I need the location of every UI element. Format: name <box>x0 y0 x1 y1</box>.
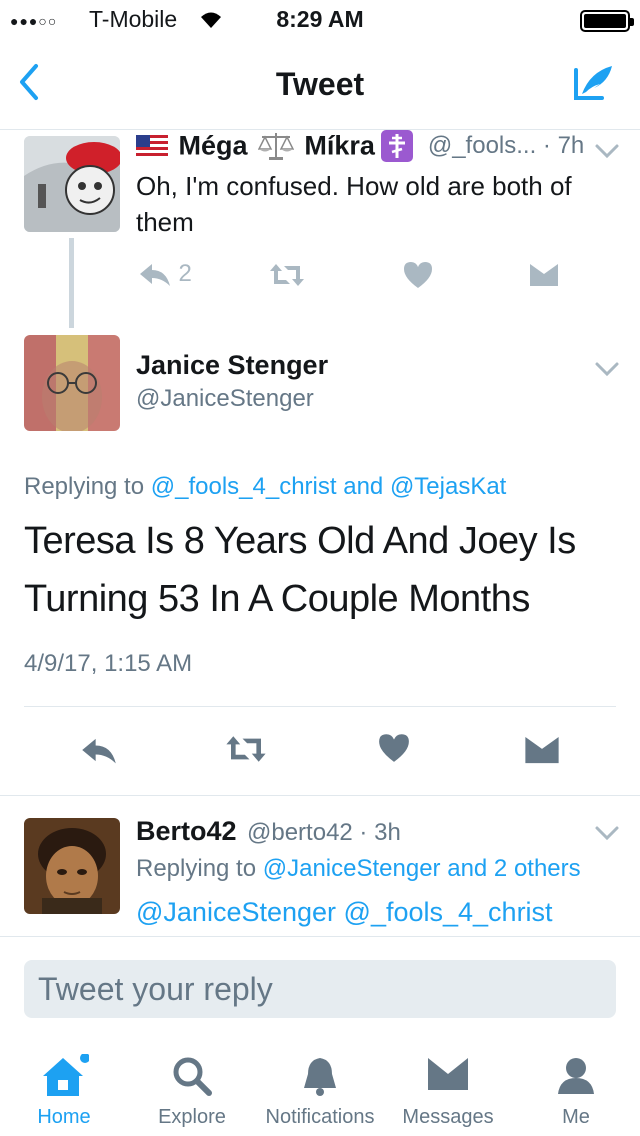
reply-replying-to: Replying to @JaniceStenger and 2 others <box>136 855 581 883</box>
nav-header: Tweet <box>0 40 640 130</box>
direct-message-icon[interactable] <box>528 262 560 288</box>
tab-label: Notifications <box>265 1106 375 1128</box>
tab-notifications[interactable]: Notifications <box>256 1038 384 1136</box>
parent-tweet-text: Oh, I'm confused. How old are both of th… <box>136 171 572 237</box>
replying-prefix: Replying to <box>136 855 263 882</box>
main-tweet-timestamp: 4/9/17, 1:15 AM <box>24 650 193 677</box>
search-icon <box>173 1057 212 1096</box>
reply-icon <box>140 264 170 286</box>
avatar[interactable] <box>24 136 120 232</box>
person-icon <box>558 1058 594 1094</box>
tab-me[interactable]: Me <box>512 1038 640 1136</box>
divider <box>0 795 640 796</box>
us-flag-icon <box>136 135 168 157</box>
status-bar: ●●●○○ T-Mobile 8:29 AM <box>0 0 640 40</box>
chevron-down-icon[interactable] <box>594 360 620 378</box>
envelope-icon <box>428 1058 468 1090</box>
tab-messages[interactable]: Messages <box>384 1038 512 1136</box>
reply-action[interactable]: 2 <box>138 260 192 292</box>
parent-tweet-handle[interactable]: @_fools... · 7h <box>428 132 584 159</box>
main-tweet-text: Teresa Is 8 Years Old And Joey Is Turnin… <box>24 520 576 620</box>
avatar[interactable] <box>24 818 120 914</box>
replying-prefix: Replying to <box>24 473 151 500</box>
replying-to: Replying to @_fools_4_christ and @TejasK… <box>24 473 506 501</box>
bell-icon <box>304 1058 336 1096</box>
battery-icon <box>580 10 634 32</box>
page-title: Tweet <box>275 66 365 102</box>
orthodox-cross-icon <box>381 130 414 162</box>
divider <box>24 706 616 707</box>
mention-link[interactable]: @_fools_4_christ <box>344 897 553 927</box>
status-time: 8:29 AM <box>276 6 364 32</box>
mention-link[interactable]: @JaniceStenger <box>136 897 336 927</box>
replying-and: and <box>336 473 390 500</box>
tab-home[interactable]: Home <box>0 1038 128 1136</box>
home-icon <box>43 1054 89 1096</box>
parent-tweet-header: Méga Míkra @_fools... · 7h <box>136 130 584 164</box>
thread-line <box>69 238 74 328</box>
reply-tweet-name[interactable]: Berto42 <box>136 816 237 846</box>
tab-label: Explore <box>158 1106 226 1128</box>
direct-message-icon[interactable] <box>523 734 561 766</box>
avatar[interactable] <box>24 335 120 431</box>
chevron-down-icon[interactable] <box>594 824 620 842</box>
compose-feather-icon <box>574 66 612 100</box>
reply-tweet-handle[interactable]: @berto42 · 3h <box>247 819 401 846</box>
parent-tweet-name-part2[interactable]: Míkra <box>304 131 375 161</box>
scales-icon <box>257 131 295 161</box>
main-tweet-name[interactable]: Janice Stenger <box>136 350 328 381</box>
reply-count: 2 <box>178 260 192 287</box>
reply-tweet-header: Berto42 @berto42 · 3h <box>136 816 401 847</box>
retweet-icon[interactable] <box>224 734 268 764</box>
tab-label: Me <box>562 1106 590 1128</box>
retweet-icon[interactable] <box>268 262 306 288</box>
mention-link[interactable]: @JaniceStenger and 2 others <box>263 855 581 882</box>
divider <box>0 936 640 937</box>
chevron-down-icon[interactable] <box>594 142 620 160</box>
like-heart-icon[interactable] <box>377 732 411 764</box>
mention-link[interactable]: @TejasKat <box>390 473 506 500</box>
mention-link[interactable]: @_fools_4_christ <box>151 473 337 500</box>
tweet-reply-input[interactable] <box>24 960 616 1018</box>
like-heart-icon[interactable] <box>402 260 434 290</box>
main-tweet-handle[interactable]: @JaniceStenger <box>136 385 314 413</box>
reply-tweet-text: @JaniceStenger @_fools_4_christ <box>136 897 553 928</box>
tab-bar: Home Explore Notifications Messages Me <box>0 1038 640 1136</box>
parent-tweet-name-part1[interactable]: Méga <box>178 131 247 161</box>
tab-explore[interactable]: Explore <box>128 1038 256 1136</box>
compose-tweet-button[interactable] <box>572 62 616 106</box>
tab-label: Home <box>37 1106 91 1128</box>
reply-icon[interactable] <box>80 734 118 766</box>
tab-label: Messages <box>402 1106 494 1128</box>
